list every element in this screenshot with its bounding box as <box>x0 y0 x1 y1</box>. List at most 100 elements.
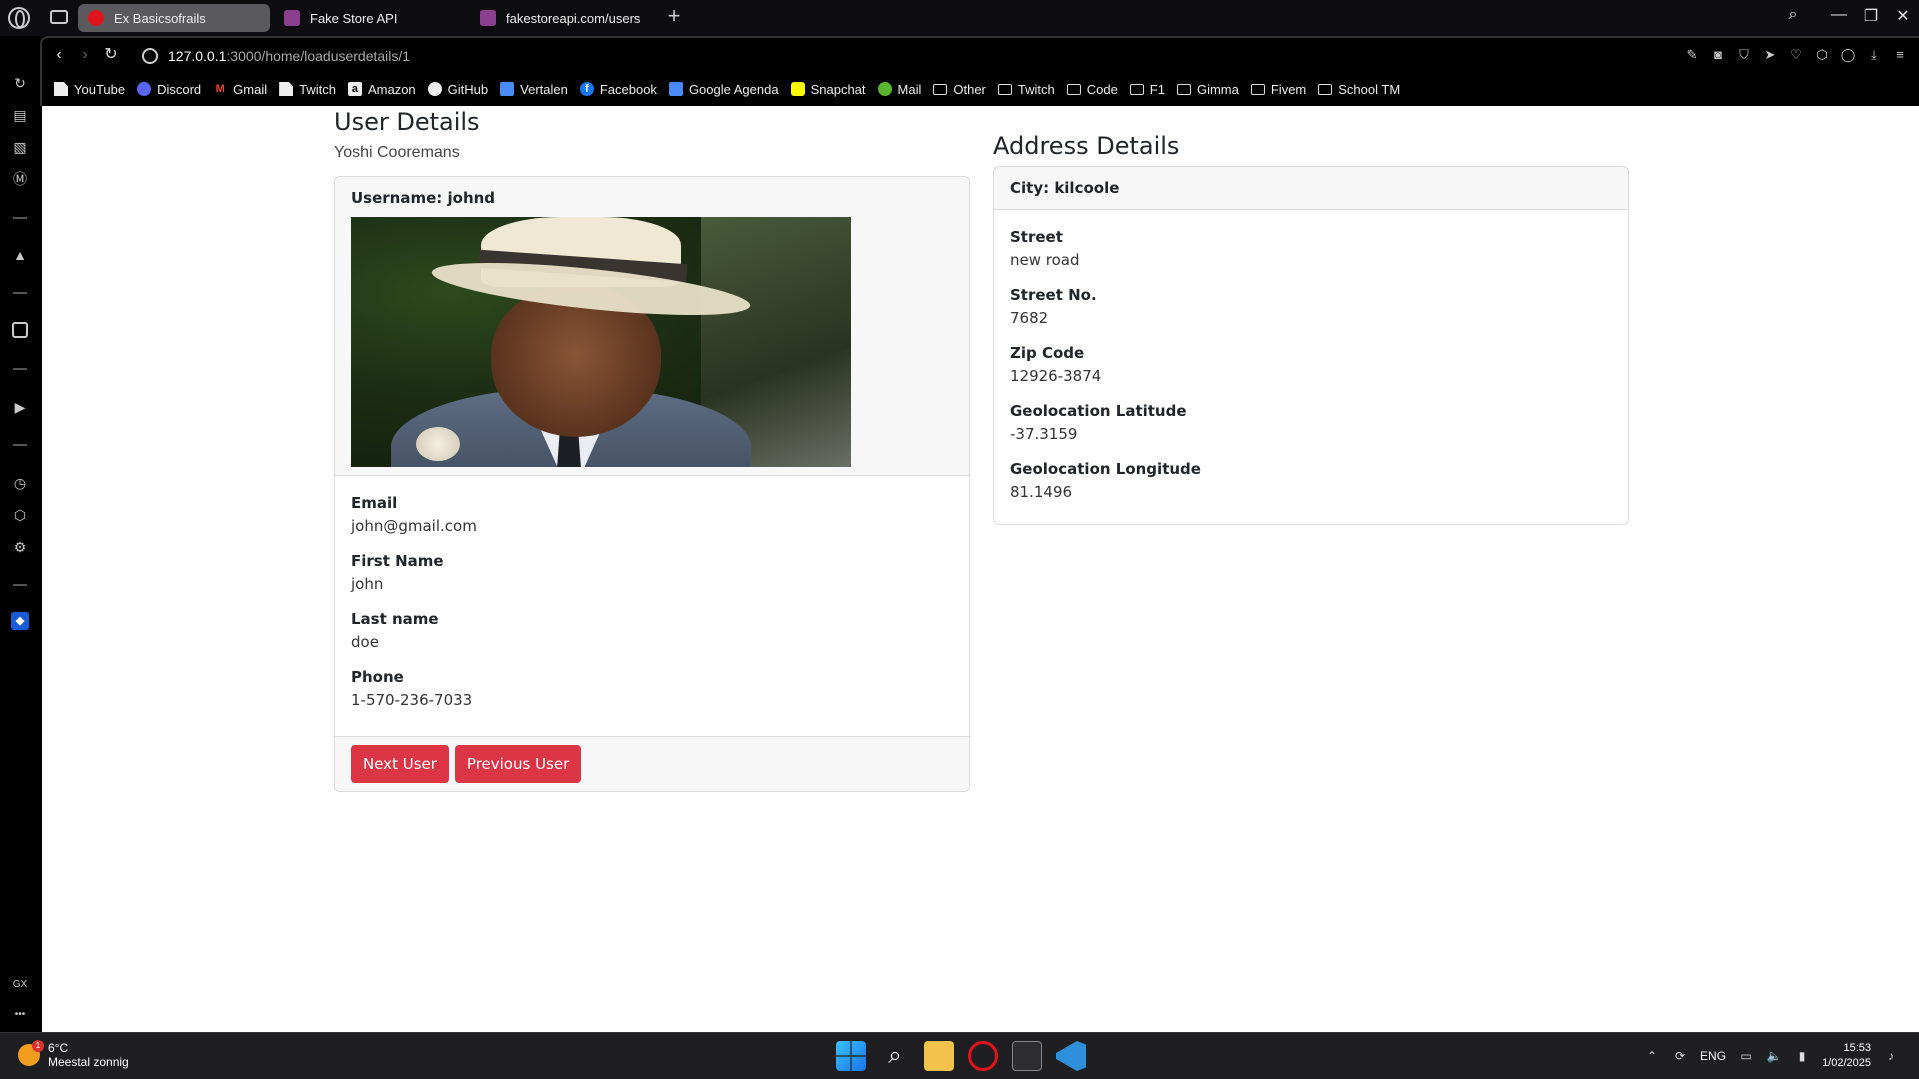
weather-widget[interactable]: 1 6°C Meestal zonnig <box>18 1040 129 1069</box>
bookmark-folder-twitch[interactable]: Twitch <box>997 82 1055 97</box>
bookmark-folder-fivem[interactable]: Fivem <box>1250 82 1306 97</box>
gx-label[interactable]: GX <box>11 976 29 994</box>
street-value: new road <box>1010 251 1080 269</box>
folder-icon <box>1250 83 1265 95</box>
bookmark-folder-code[interactable]: Code <box>1066 82 1118 97</box>
bookmark-amazon[interactable]: a Amazon <box>347 82 416 97</box>
facebook-icon: f <box>579 82 594 96</box>
bookmark-label: Other <box>953 81 986 97</box>
bookmark-folder-other[interactable]: Other <box>933 82 986 97</box>
bookmark-twitch[interactable]: Twitch <box>279 82 336 97</box>
sidebar-more-icon[interactable]: ••• <box>11 1006 29 1024</box>
language-indicator[interactable]: ENG <box>1700 1049 1726 1063</box>
settings-gear-icon[interactable]: ⚙ <box>11 538 29 556</box>
folder-icon <box>1176 83 1191 95</box>
sidebar-divider <box>13 584 27 586</box>
notification-bell-icon[interactable]: ♪ <box>1883 1048 1899 1064</box>
previous-user-button[interactable]: Previous User <box>454 745 582 783</box>
tab-label: fakestoreapi.com/users <box>506 10 641 26</box>
volume-icon[interactable]: 🔈 <box>1766 1048 1782 1064</box>
battery-icon[interactable]: ▮ <box>1794 1048 1810 1064</box>
bookmark-folder-gimma[interactable]: Gimma <box>1176 82 1239 97</box>
folder-icon <box>1129 83 1144 95</box>
restore-icon[interactable]: ❐ <box>1858 6 1884 26</box>
sync-icon[interactable]: ⟳ <box>1672 1048 1688 1064</box>
file-explorer-icon[interactable] <box>924 1041 954 1071</box>
minimize-icon[interactable]: — <box>1826 6 1852 24</box>
tab-fake-store-api[interactable]: Fake Store API <box>274 4 464 32</box>
bitwarden-shield-icon[interactable]: ◆ <box>11 612 29 630</box>
email-field: Email john@gmail.com <box>351 492 953 538</box>
refresh-ai-icon[interactable]: ↻ <box>11 74 29 92</box>
last-name-field: Last name doe <box>351 608 953 654</box>
terminal-icon[interactable] <box>1012 1041 1042 1071</box>
author-name: Yoshi Cooremans <box>334 144 460 161</box>
search-tabs-icon[interactable]: ⌕ <box>1780 6 1806 24</box>
longitude-value: 81.1496 <box>1010 483 1073 501</box>
back-arrow-icon[interactable]: ‹ <box>50 46 68 64</box>
toolbar-right-icons: ✎ ◙ ⛉ ➤ ♡ ⬡ ◯ ⤓ ≡ <box>1683 46 1909 64</box>
system-tray: ⌃ ⟳ ENG ▭ 🔈 ▮ 15:53 1/02/2025 ♪ <box>1644 1041 1899 1071</box>
twitch-icon[interactable] <box>12 322 28 338</box>
bookmark-gmail[interactable]: M Gmail <box>213 82 268 97</box>
history-clock-icon[interactable]: ◷ <box>11 474 29 492</box>
tab-overview-icon[interactable] <box>50 10 68 24</box>
taskbar-search-icon[interactable]: ⌕ <box>880 1041 910 1071</box>
site-info-globe-icon[interactable] <box>142 48 158 64</box>
mail-icon <box>877 82 892 96</box>
bookmark-discord[interactable]: Discord <box>137 82 201 97</box>
network-icon[interactable]: ▭ <box>1738 1048 1754 1064</box>
last-name-label: Last name <box>351 610 439 628</box>
bookmark-label: GitHub <box>447 81 489 97</box>
city-header: City: kilcoole <box>1010 179 1120 197</box>
camera-icon[interactable]: ◙ <box>1709 46 1727 64</box>
forward-arrow-icon[interactable]: › <box>76 46 94 64</box>
bookmark-google-agenda[interactable]: Google Agenda <box>668 81 779 97</box>
download-icon[interactable]: ⤓ <box>1865 46 1883 64</box>
menu-icon[interactable]: ≡ <box>1891 46 1909 64</box>
url-path: :3000/home/loaduserdetails/1 <box>226 48 411 64</box>
windows-taskbar: 1 6°C Meestal zonnig ⌕ ⌃ ⟳ ENG ▭ 🔈 ▮ 15:… <box>0 1032 1919 1079</box>
play-circle-icon[interactable]: ▶ <box>11 398 29 416</box>
clock[interactable]: 15:53 1/02/2025 <box>1822 1041 1871 1071</box>
messenger-icon[interactable]: Ⓜ <box>11 170 29 188</box>
bookmark-facebook[interactable]: f Facebook <box>579 82 657 97</box>
new-tab-plus-icon[interactable]: + <box>664 5 684 27</box>
cart-icon[interactable]: ▤ <box>11 106 29 124</box>
heart-icon[interactable]: ♡ <box>1787 46 1805 64</box>
address-card: City: kilcoole Street new road Street No… <box>993 166 1629 525</box>
bookmark-folder-f1[interactable]: F1 <box>1129 81 1165 97</box>
windows-start-icon[interactable] <box>836 1041 866 1071</box>
vscode-icon[interactable] <box>1056 1041 1086 1071</box>
opera-logo-icon[interactable] <box>8 7 30 29</box>
vpn-shield-icon[interactable]: ⛉ <box>1735 46 1753 64</box>
chevron-up-icon[interactable]: ⌃ <box>1644 1048 1660 1064</box>
edit-icon[interactable]: ✎ <box>1683 46 1701 64</box>
bookmark-snapchat[interactable]: Snapchat <box>790 82 866 97</box>
extensions-cube-icon[interactable]: ⬡ <box>11 506 29 524</box>
reload-icon[interactable]: ↻ <box>102 46 120 64</box>
sidebar-divider <box>13 217 27 219</box>
send-icon[interactable]: ➤ <box>1761 46 1779 64</box>
bookmark-label: F1 <box>1149 81 1165 97</box>
browser-toolbar: ‹ › ↻ 127.0.0.1 :3000/home/loaduserdetai… <box>40 36 1919 106</box>
bookmark-github[interactable]: GitHub <box>427 81 489 97</box>
bookmark-folder-school-tm[interactable]: School TM <box>1318 82 1400 97</box>
extensions-icon[interactable]: ⬡ <box>1813 46 1831 64</box>
tab-ex-basicsofrails[interactable]: Ex Basicsofrails <box>78 4 270 32</box>
file-icon <box>279 82 294 96</box>
profile-icon[interactable]: ◯ <box>1839 46 1857 64</box>
player-icon[interactable]: ▧ <box>11 138 29 156</box>
next-user-button[interactable]: Next User <box>351 745 449 783</box>
tab-fakestoreapi-users[interactable]: fakestoreapi.com/users <box>470 4 660 32</box>
bookmark-mail[interactable]: Mail <box>877 82 921 97</box>
close-icon[interactable]: ✕ <box>1890 6 1916 26</box>
aria-icon[interactable]: ▲ <box>11 246 29 264</box>
bookmark-vertalen[interactable]: Vertalen <box>500 82 568 97</box>
bookmark-youtube[interactable]: YouTube <box>54 82 125 97</box>
zip-code-field: Zip Code 12926-3874 <box>1010 342 1612 388</box>
tab-bar: Ex Basicsofrails Fake Store API fakestor… <box>0 0 1919 36</box>
address-bar[interactable]: 127.0.0.1 :3000/home/loaduserdetails/1 <box>142 44 410 68</box>
bookmark-label: Google Agenda <box>688 81 779 97</box>
opera-gx-taskbar-icon[interactable] <box>968 1041 998 1071</box>
